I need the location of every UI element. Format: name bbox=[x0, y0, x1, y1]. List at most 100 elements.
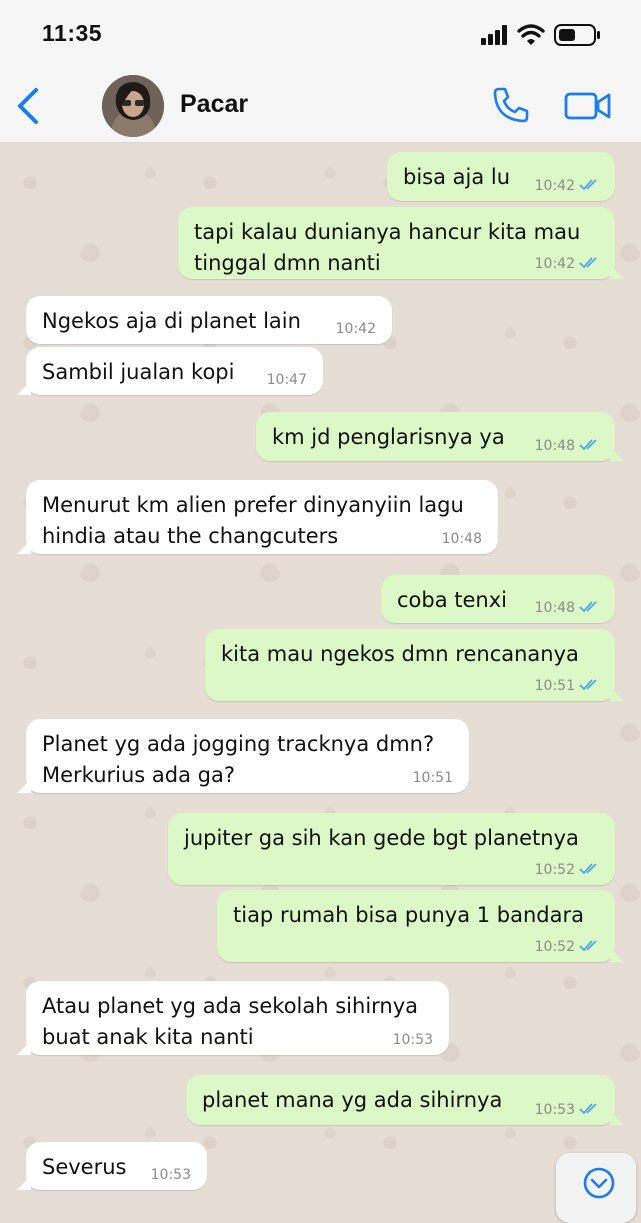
message-bubble-incoming[interactable]: Severus 10:53 bbox=[17, 1142, 207, 1190]
message-bubble-incoming[interactable]: Ngekos aja di planet lain 10:42 bbox=[26, 296, 392, 344]
message-meta: 10:52 bbox=[535, 938, 601, 956]
message-meta: 10:48 bbox=[535, 599, 601, 617]
message-time: 10:53 bbox=[150, 1167, 191, 1183]
bubble-tail bbox=[17, 1176, 31, 1190]
bubble-tail bbox=[610, 687, 624, 701]
status-bar: 11:35 bbox=[0, 0, 641, 72]
contact-name[interactable]: Pacar bbox=[180, 90, 248, 119]
message-time: 10:53 bbox=[534, 1102, 575, 1118]
message-line: Sambil jualan kopi bbox=[42, 360, 235, 384]
avatar[interactable] bbox=[102, 75, 164, 137]
double-check-icon bbox=[579, 439, 597, 451]
message-time: 10:51 bbox=[412, 770, 453, 786]
video-call-button[interactable] bbox=[563, 88, 613, 124]
double-check-icon bbox=[579, 940, 597, 952]
message-meta: 10:48 bbox=[442, 530, 482, 548]
status-time: 11:35 bbox=[42, 20, 103, 46]
message-bubble-outgoing[interactable]: bisa aja lu 10:42 bbox=[387, 152, 615, 201]
message-line: hindia atau the changcuters bbox=[42, 524, 339, 548]
message-text: kita mau ngekos dmn rencananya bbox=[221, 639, 579, 670]
chat-header: Pacar bbox=[0, 72, 641, 143]
message-text: Sambil jualan kopi bbox=[42, 357, 234, 388]
double-check-icon bbox=[579, 1103, 597, 1115]
message-text: Ngekos aja di planet lain bbox=[42, 306, 301, 337]
bubble-tail bbox=[17, 540, 31, 554]
message-line: Planet yg ada jogging tracknya dmn? bbox=[42, 732, 435, 756]
message-time: 10:53 bbox=[392, 1032, 433, 1048]
message-line: planet mana yg ada sihirnya bbox=[202, 1088, 503, 1112]
message-line: tiap rumah bisa punya 1 bandara bbox=[233, 903, 585, 927]
double-check-icon bbox=[579, 601, 597, 613]
voice-call-button[interactable] bbox=[490, 84, 532, 126]
double-check-icon bbox=[579, 863, 597, 875]
bubble-tail bbox=[610, 447, 624, 461]
message-bubble-outgoing[interactable]: coba tenxi 10:48 bbox=[381, 575, 615, 623]
message-meta: 10:53 bbox=[151, 1166, 191, 1184]
message-text: Planet yg ada jogging tracknya dmn? Merku… bbox=[42, 729, 434, 791]
video-camera-icon bbox=[564, 92, 611, 120]
scroll-to-bottom-button[interactable] bbox=[556, 1153, 636, 1223]
message-list[interactable]: bisa aja lu 10:42 tapi kalau dunianya ha… bbox=[0, 143, 641, 1200]
bubble-tail bbox=[17, 381, 31, 395]
message-bubble-outgoing[interactable]: jupiter ga sih kan gede bgt planetnya 10… bbox=[168, 813, 615, 885]
message-line: Severus bbox=[42, 1155, 127, 1179]
message-time: 10:51 bbox=[534, 678, 575, 694]
message-line: coba tenxi bbox=[397, 588, 507, 612]
message-bubble-outgoing[interactable]: tapi kalau dunianya hancur kita mau tingg… bbox=[178, 207, 624, 279]
message-text: planet mana yg ada sihirnya bbox=[202, 1085, 502, 1116]
message-time: 10:48 bbox=[441, 531, 482, 547]
message-bubble-incoming[interactable]: Planet yg ada jogging tracknya dmn? Merku… bbox=[17, 719, 469, 793]
message-time: 10:42 bbox=[534, 256, 575, 272]
message-text: jupiter ga sih kan gede bgt planetnya bbox=[184, 823, 579, 854]
message-text: km jd penglarisnya ya bbox=[272, 422, 505, 453]
bubble-tail bbox=[17, 1041, 31, 1055]
message-bubble-incoming[interactable]: Atau planet yg ada sekolah sihirnya buat … bbox=[17, 981, 449, 1055]
double-check-icon bbox=[579, 679, 597, 691]
message-meta: 10:48 bbox=[535, 437, 601, 455]
message-text: coba tenxi bbox=[397, 585, 507, 616]
message-line: Ngekos aja di planet lain bbox=[42, 309, 301, 333]
message-meta: 10:42 bbox=[535, 177, 601, 195]
message-meta: 10:47 bbox=[267, 371, 307, 389]
message-time: 10:42 bbox=[534, 178, 575, 194]
message-line: Merkurius ada ga? bbox=[42, 763, 235, 787]
message-text: tiap rumah bisa punya 1 bandara bbox=[233, 900, 584, 931]
message-text: Atau planet yg ada sekolah sihirnya buat … bbox=[42, 991, 418, 1053]
message-line: buat anak kita nanti bbox=[42, 1025, 254, 1049]
message-time: 10:42 bbox=[335, 321, 376, 337]
message-line: Atau planet yg ada sekolah sihirnya bbox=[42, 994, 419, 1018]
message-bubble-incoming[interactable]: Sambil jualan kopi 10:47 bbox=[17, 347, 323, 395]
status-icons bbox=[481, 22, 611, 48]
message-time: 10:52 bbox=[534, 939, 575, 955]
message-bubble-incoming[interactable]: Menurut km alien prefer dinyanyiin lagu h… bbox=[17, 480, 498, 554]
message-meta: 10:51 bbox=[535, 677, 601, 695]
message-line: km jd penglarisnya ya bbox=[272, 425, 505, 449]
double-check-icon bbox=[579, 257, 597, 269]
bubble-tail bbox=[17, 779, 31, 793]
message-line: kita mau ngekos dmn rencananya bbox=[221, 642, 579, 666]
message-bubble-outgoing[interactable]: km jd penglarisnya ya 10:48 bbox=[256, 412, 624, 461]
message-line: tinggal dmn nanti bbox=[194, 251, 381, 275]
bubble-tail bbox=[610, 265, 624, 279]
message-text: Severus bbox=[42, 1152, 126, 1183]
avatar-image bbox=[102, 75, 164, 137]
bubble-tail bbox=[610, 1111, 624, 1125]
bubble-tail bbox=[610, 948, 624, 962]
back-button[interactable] bbox=[12, 86, 48, 126]
signal-wifi-battery-icon bbox=[481, 24, 600, 46]
chevron-down-icon bbox=[583, 1167, 615, 1199]
message-time: 10:47 bbox=[266, 372, 307, 388]
message-line: Menurut km alien prefer dinyanyiin lagu bbox=[42, 493, 464, 517]
message-meta: 10:53 bbox=[535, 1101, 601, 1119]
chevron-left-icon bbox=[18, 88, 38, 124]
phone-icon bbox=[493, 87, 529, 123]
message-meta: 10:42 bbox=[336, 320, 376, 338]
message-bubble-outgoing[interactable]: tiap rumah bisa punya 1 bandara 10:52 bbox=[217, 890, 624, 962]
message-time: 10:48 bbox=[534, 438, 575, 454]
message-meta: 10:42 bbox=[535, 255, 601, 273]
message-bubble-outgoing[interactable]: kita mau ngekos dmn rencananya 10:51 bbox=[205, 629, 624, 701]
message-line: tapi kalau dunianya hancur kita mau bbox=[194, 220, 581, 244]
message-text: bisa aja lu bbox=[403, 162, 510, 193]
message-bubble-outgoing[interactable]: planet mana yg ada sihirnya 10:53 bbox=[186, 1075, 624, 1125]
message-meta: 10:53 bbox=[393, 1031, 433, 1049]
